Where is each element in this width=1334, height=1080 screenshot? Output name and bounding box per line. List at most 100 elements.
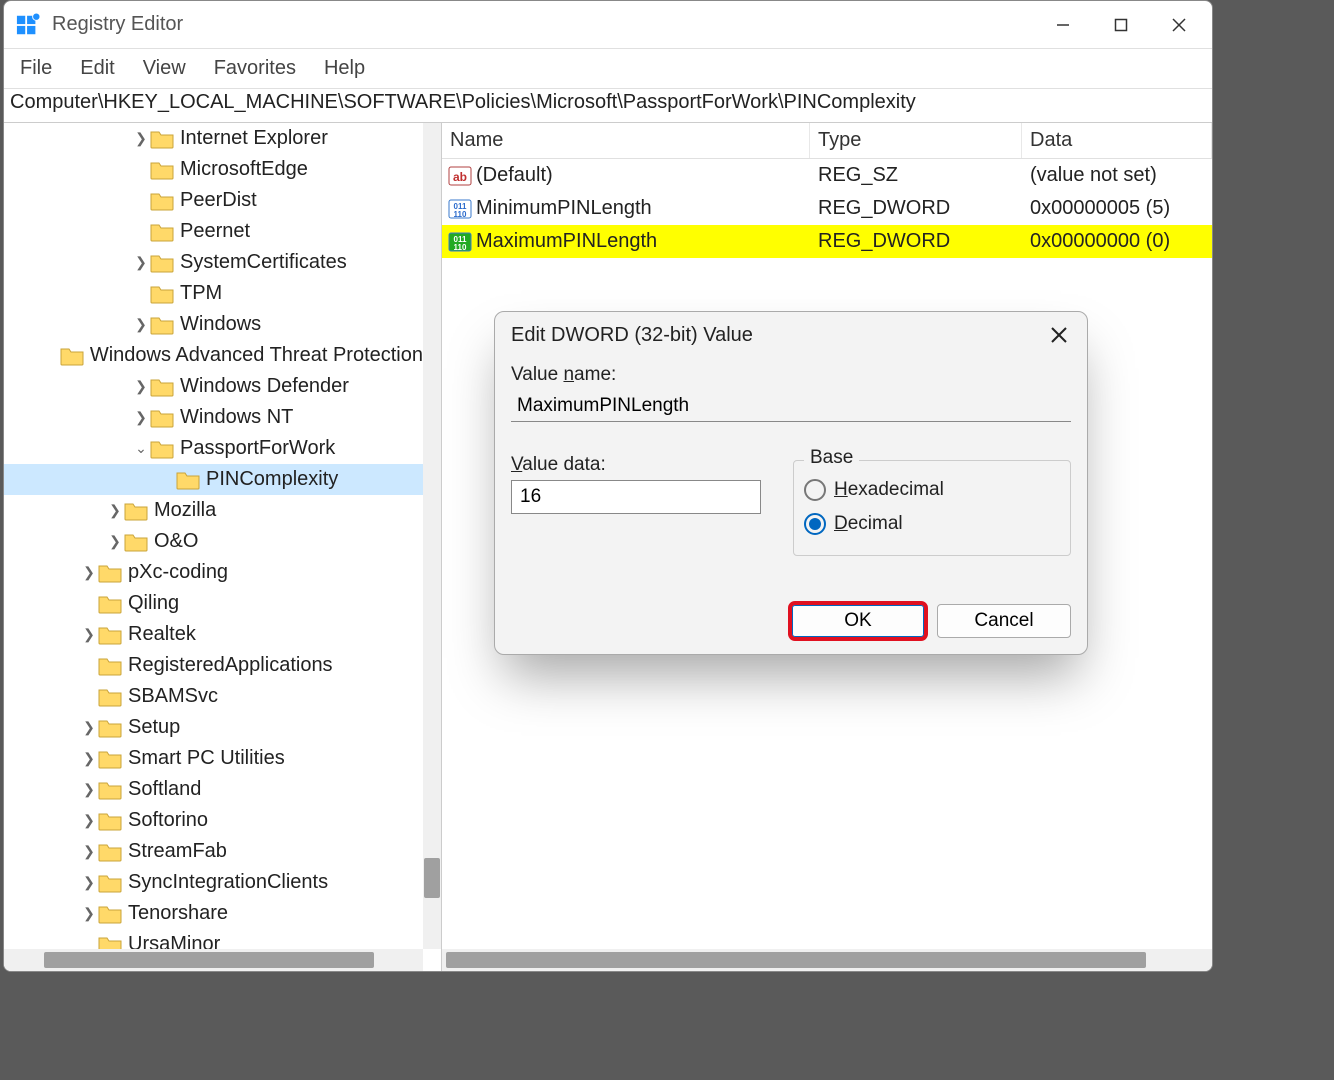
value-row[interactable]: ab(Default)REG_SZ(value not set) (442, 159, 1212, 192)
tree-item-label: Peernet (180, 220, 250, 243)
tree-item-label: Windows Advanced Threat Protection (90, 344, 423, 367)
tree-item[interactable]: RegisteredApplications (4, 650, 423, 681)
value-type-icon: 011110 (446, 195, 474, 223)
tree-item[interactable]: ❯Windows NT (4, 402, 423, 433)
folder-icon (124, 501, 148, 521)
value-type-icon: 011110 (446, 228, 474, 256)
tree-item[interactable]: PeerDist (4, 185, 423, 216)
menu-file[interactable]: File (20, 57, 52, 80)
tree-item-label: Realtek (128, 623, 196, 646)
tree-item[interactable]: TPM (4, 278, 423, 309)
tree-item-label: PeerDist (180, 189, 257, 212)
folder-icon (176, 470, 200, 490)
tree-item-label: Smart PC Utilities (128, 747, 285, 770)
tree-item[interactable]: ❯Realtek (4, 619, 423, 650)
app-icon (16, 13, 40, 37)
window-title: Registry Editor (52, 13, 1034, 36)
tree-view[interactable]: ❯Internet Explorer MicrosoftEdge PeerDist P… (4, 123, 423, 949)
value-type-icon: ab (446, 162, 474, 190)
value-name: (Default) (476, 164, 553, 187)
close-button[interactable] (1150, 2, 1208, 48)
value-type: REG_DWORD (810, 230, 1022, 253)
tree-item-label: SBAMSvc (128, 685, 218, 708)
menu-edit[interactable]: Edit (80, 57, 114, 80)
tree-item[interactable]: ❯O&O (4, 526, 423, 557)
tree-pane: ❯Internet Explorer MicrosoftEdge PeerDist P… (4, 123, 442, 971)
tree-item-label: MicrosoftEdge (180, 158, 308, 181)
tree-item[interactable]: ❯SystemCertificates (4, 247, 423, 278)
tree-item[interactable]: ❯Softland (4, 774, 423, 805)
svg-text:ab: ab (453, 170, 467, 184)
tree-item-label: Softorino (128, 809, 208, 832)
folder-icon (98, 873, 122, 893)
col-type[interactable]: Type (810, 123, 1022, 158)
radio-hexadecimal[interactable]: Hexadecimal (804, 473, 1060, 507)
tree-horizontal-scrollbar[interactable] (4, 949, 423, 971)
dialog-close-button[interactable] (1037, 315, 1081, 355)
tree-item[interactable]: ❯Setup (4, 712, 423, 743)
menu-help[interactable]: Help (324, 57, 365, 80)
minimize-button[interactable] (1034, 2, 1092, 48)
tree-item-label: Internet Explorer (180, 127, 328, 150)
folder-icon (150, 408, 174, 428)
tree-item-label: Mozilla (154, 499, 216, 522)
tree-item-label: StreamFab (128, 840, 227, 863)
folder-icon (98, 656, 122, 676)
window-controls (1034, 2, 1208, 48)
tree-item[interactable]: ❯pXc-coding (4, 557, 423, 588)
tree-item[interactable]: UrsaMinor (4, 929, 423, 949)
col-name[interactable]: Name (442, 123, 810, 158)
value-row[interactable]: 011110MaximumPINLengthREG_DWORD0x0000000… (442, 225, 1212, 258)
value-row[interactable]: 011110MinimumPINLengthREG_DWORD0x0000000… (442, 192, 1212, 225)
folder-icon (98, 625, 122, 645)
svg-text:110: 110 (454, 210, 467, 219)
cancel-button[interactable]: Cancel (937, 604, 1071, 638)
titlebar[interactable]: Registry Editor (4, 1, 1212, 49)
tree-item[interactable]: Peernet (4, 216, 423, 247)
tree-item[interactable]: ❯StreamFab (4, 836, 423, 867)
tree-item[interactable]: ❯Softorino (4, 805, 423, 836)
tree-item[interactable]: ⌄PassportForWork (4, 433, 423, 464)
tree-item[interactable]: ❯Mozilla (4, 495, 423, 526)
ok-button[interactable]: OK (791, 604, 925, 638)
folder-icon (98, 780, 122, 800)
tree-item[interactable]: MicrosoftEdge (4, 154, 423, 185)
folder-icon (150, 253, 174, 273)
tree-item[interactable]: Windows Advanced Threat Protection (4, 340, 423, 371)
tree-item[interactable]: ❯Internet Explorer (4, 123, 423, 154)
tree-item[interactable]: PINComplexity (4, 464, 423, 495)
radio-decimal[interactable]: Decimal (804, 507, 1060, 541)
tree-vertical-scrollbar[interactable] (423, 123, 441, 949)
list-horizontal-scrollbar[interactable] (442, 949, 1212, 971)
value-name-label: Value name: (511, 364, 1071, 386)
radio-icon (804, 513, 826, 535)
list-header[interactable]: Name Type Data (442, 123, 1212, 159)
tree-item[interactable]: ❯Smart PC Utilities (4, 743, 423, 774)
tree-item-label: Tenorshare (128, 902, 228, 925)
value-data: 0x00000000 (0) (1022, 230, 1212, 253)
value-data-input[interactable] (511, 480, 761, 514)
menu-view[interactable]: View (143, 57, 186, 80)
tree-item[interactable]: ❯Windows Defender (4, 371, 423, 402)
dialog-titlebar[interactable]: Edit DWORD (32-bit) Value (495, 312, 1087, 358)
maximize-button[interactable] (1092, 2, 1150, 48)
tree-item-label: SyncIntegrationClients (128, 871, 328, 894)
folder-icon (98, 935, 122, 950)
tree-item-label: Windows NT (180, 406, 293, 429)
values-list[interactable]: ab(Default)REG_SZ(value not set)011110Mi… (442, 159, 1212, 258)
value-type: REG_SZ (810, 164, 1022, 187)
tree-item-label: pXc-coding (128, 561, 228, 584)
tree-item[interactable]: ❯SyncIntegrationClients (4, 867, 423, 898)
tree-item[interactable]: Qiling (4, 588, 423, 619)
menu-favorites[interactable]: Favorites (214, 57, 296, 80)
folder-icon (150, 315, 174, 335)
value-name-input[interactable] (511, 390, 1071, 422)
folder-icon (150, 129, 174, 149)
dialog-title: Edit DWORD (32-bit) Value (511, 324, 1037, 347)
tree-item[interactable]: ❯Windows (4, 309, 423, 340)
address-bar[interactable]: Computer\HKEY_LOCAL_MACHINE\SOFTWARE\Pol… (4, 89, 1212, 123)
col-data[interactable]: Data (1022, 123, 1212, 158)
tree-item[interactable]: SBAMSvc (4, 681, 423, 712)
tree-item-label: SystemCertificates (180, 251, 347, 274)
tree-item[interactable]: ❯Tenorshare (4, 898, 423, 929)
